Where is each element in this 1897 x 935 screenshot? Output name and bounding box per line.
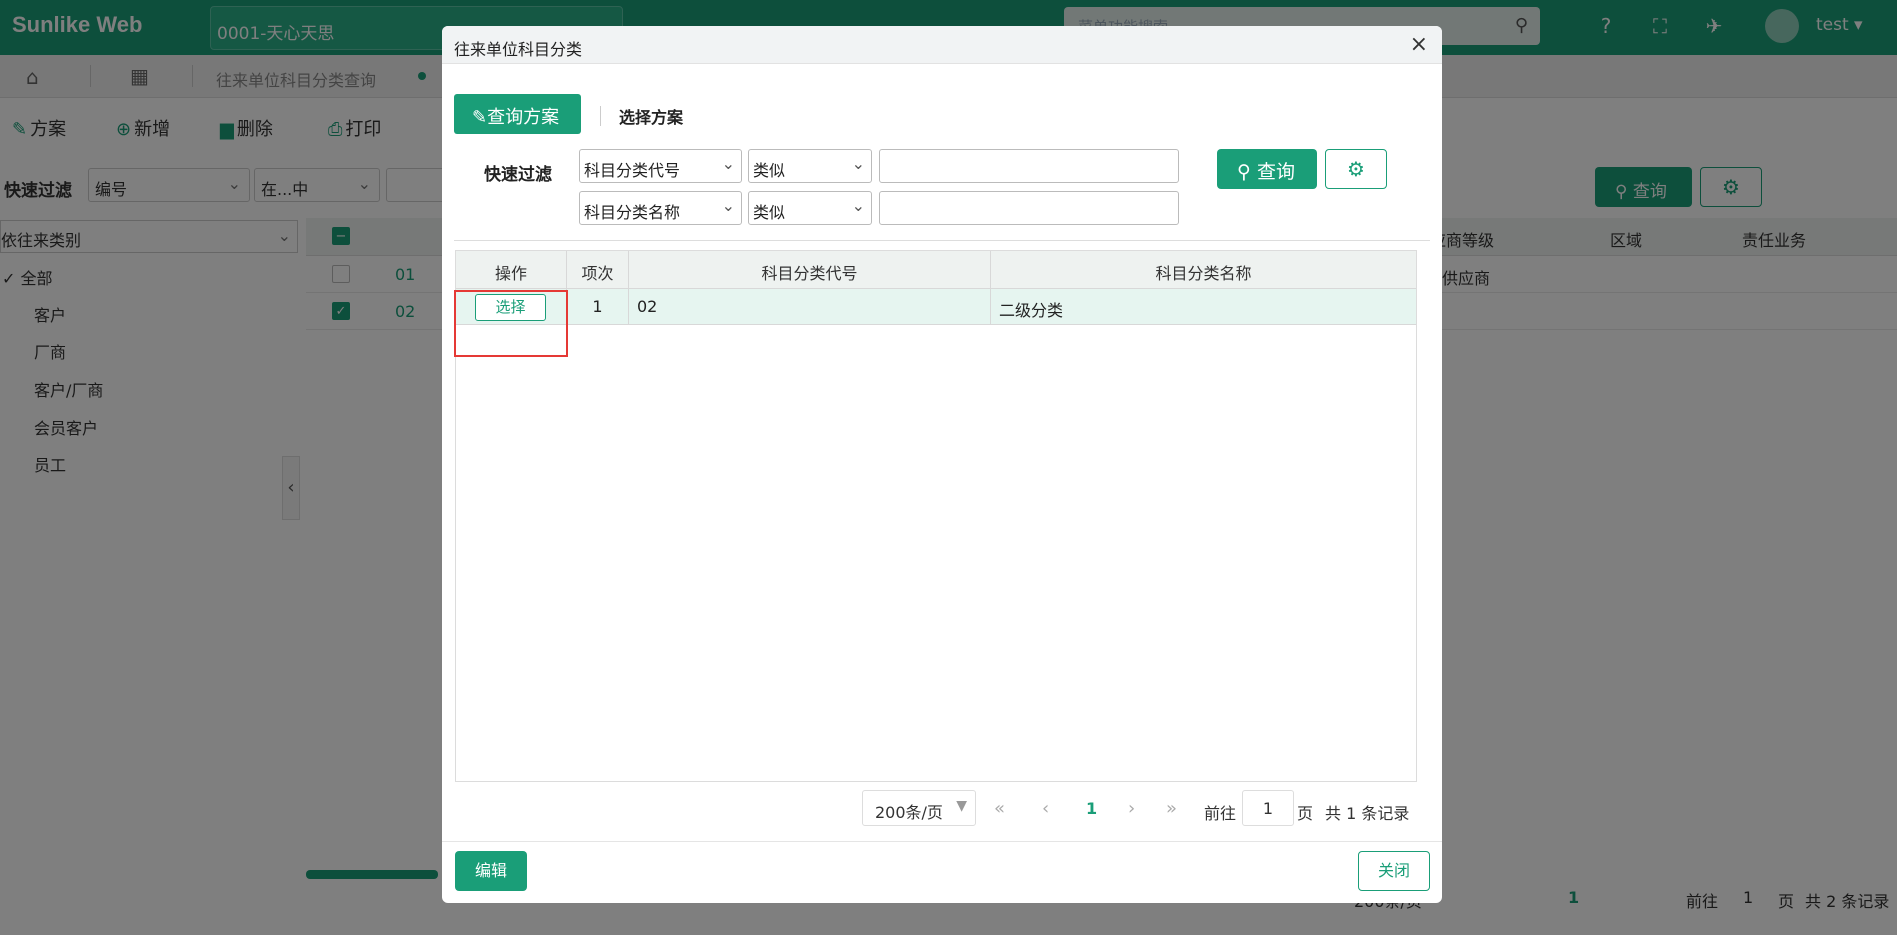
query-scheme-label: 查询方案 — [487, 107, 560, 128]
chevron-down-icon: ⌄ — [721, 154, 735, 173]
next-page-icon[interactable]: › — [1128, 798, 1135, 819]
account-category-dialog: 往来单位科目分类 × ✎查询方案 选择方案 快速过滤 科目分类代号 ⌄ 类似 ⌄… — [442, 26, 1442, 903]
filter-field-select-1[interactable]: 科目分类代号 ⌄ — [579, 149, 742, 183]
column-header-index[interactable]: 项次 — [567, 251, 629, 289]
filter-op-select-1[interactable]: 类似 ⌄ — [748, 149, 872, 183]
prev-page-icon[interactable]: ‹ — [1042, 798, 1049, 819]
highlight-annotation — [454, 290, 568, 357]
page-size-select[interactable]: 200条/页 ▼ — [862, 790, 976, 826]
name-cell: 二级分类 — [999, 301, 1064, 320]
index-cell: 1 — [567, 289, 629, 325]
filter-op-value: 类似 — [753, 161, 786, 180]
filter-field-value: 科目分类代号 — [584, 161, 681, 180]
last-page-icon[interactable]: » — [1166, 798, 1177, 819]
goto-label: 前往 — [1204, 804, 1237, 823]
divider — [454, 240, 1430, 241]
filter-value-input-2[interactable] — [879, 191, 1179, 225]
page-input[interactable]: 1 — [1242, 790, 1294, 826]
quick-filter-label: 快速过滤 — [484, 165, 552, 185]
column-header-code[interactable]: 科目分类代号 — [629, 251, 991, 289]
chevron-down-icon: ⌄ — [851, 196, 865, 215]
code-cell: 02 — [629, 289, 991, 325]
page-unit: 页 — [1297, 804, 1314, 823]
wand-icon: ✎ — [472, 107, 488, 128]
filter-field-value: 科目分类名称 — [584, 203, 681, 222]
choose-scheme-link[interactable]: 选择方案 — [619, 104, 683, 128]
query-label: 查询 — [1256, 161, 1295, 183]
caret-down-icon: ▼ — [956, 798, 967, 814]
chevron-down-icon: ⌄ — [851, 154, 865, 173]
page-size-value: 200条/页 — [875, 803, 943, 822]
filter-field-select-2[interactable]: 科目分类名称 ⌄ — [579, 191, 742, 225]
footer-divider — [442, 841, 1442, 842]
category-table: 操作 项次 科目分类代号 科目分类名称 选择 1 02 二级分类 — [455, 250, 1417, 782]
column-header-name[interactable]: 科目分类名称 — [991, 251, 1416, 289]
search-icon: ⚲ — [1237, 161, 1257, 183]
query-button[interactable]: ⚲ 查询 — [1217, 149, 1317, 189]
gear-icon[interactable]: ⚙ — [1325, 149, 1387, 189]
filter-value-input-1[interactable] — [879, 149, 1179, 183]
dialog-title: 往来单位科目分类 — [454, 40, 583, 59]
query-scheme-button[interactable]: ✎查询方案 — [454, 94, 581, 134]
column-header-action: 操作 — [456, 251, 567, 289]
current-page[interactable]: 1 — [1086, 799, 1097, 818]
close-icon[interactable]: × — [1410, 32, 1428, 57]
table-row[interactable]: 选择 1 02 二级分类 — [456, 289, 1416, 325]
dialog-title-bar: 往来单位科目分类 × — [442, 26, 1442, 64]
filter-op-select-2[interactable]: 类似 ⌄ — [748, 191, 872, 225]
first-page-icon[interactable]: « — [994, 798, 1005, 819]
scheme-divider — [600, 106, 601, 126]
edit-button[interactable]: 编辑 — [455, 851, 527, 891]
total-records: 共 1 条记录 — [1325, 804, 1410, 823]
filter-op-value: 类似 — [753, 203, 786, 222]
close-button[interactable]: 关闭 — [1358, 851, 1430, 891]
chevron-down-icon: ⌄ — [721, 196, 735, 215]
